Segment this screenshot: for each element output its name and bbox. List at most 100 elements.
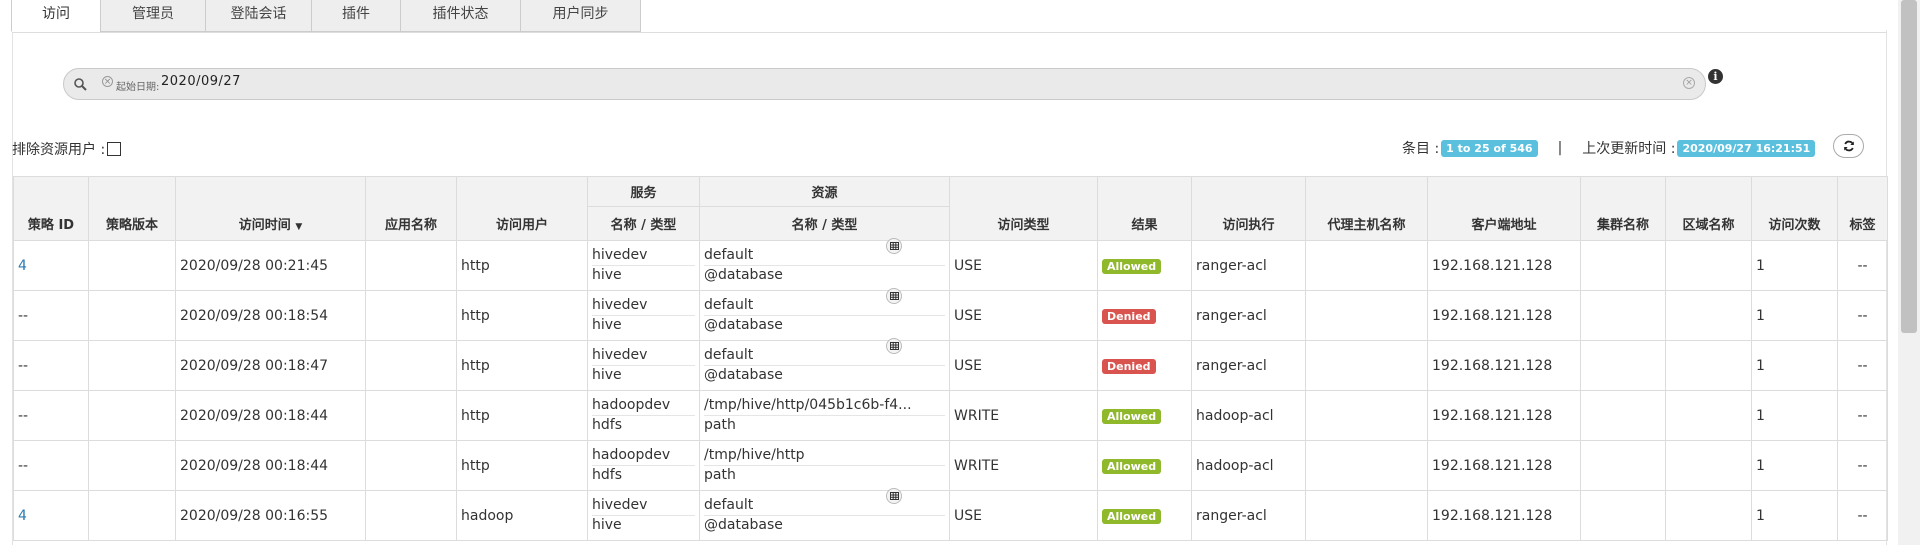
col-group-service: 服务: [587, 176, 700, 207]
service-type: hive: [592, 517, 622, 533]
entries-label: 条目 :: [1402, 141, 1440, 157]
resource-name: /tmp/hive/http: [704, 446, 945, 466]
access-type-cell: USE: [949, 340, 1098, 391]
caret-down-icon: ▼: [295, 222, 303, 232]
col-user: 访问用户: [456, 176, 588, 241]
table-row[interactable]: -- 2020/09/28 00:18:44 http hadoopdev hdfs/t…: [13, 390, 1888, 441]
table-row[interactable]: 4 2020/09/28 00:16:55 hadoop hivedev hive def…: [13, 488, 1888, 541]
resource-name-text[interactable]: /tmp/hive/http: [704, 447, 805, 463]
enforcer-cell: ranger-acl: [1191, 340, 1306, 391]
tab-admin[interactable]: 管理员: [100, 0, 206, 32]
resource-type: @database: [704, 267, 783, 283]
tab-user-sync[interactable]: 用户同步: [520, 0, 641, 32]
client-ip-cell: 192.168.121.128: [1427, 390, 1581, 441]
scrollbar-thumb[interactable]: [1901, 0, 1917, 333]
policy-id-cell: --: [13, 290, 89, 341]
table-icon[interactable]: [886, 488, 902, 504]
event-count-cell: 1: [1751, 290, 1838, 341]
policy-id-link[interactable]: 4: [18, 508, 27, 524]
col-app-name: 应用名称: [365, 176, 457, 241]
filter-value[interactable]: 2020/09/27: [161, 74, 241, 89]
policy-id-cell: 4: [13, 240, 89, 291]
agent-host-cell: [1305, 340, 1428, 391]
access-type-cell: USE: [949, 240, 1098, 291]
app-name-cell: [365, 490, 457, 541]
table-row[interactable]: -- 2020/09/28 00:18:47 http hivedev hive defa…: [13, 338, 1888, 391]
agent-host-cell: [1305, 290, 1428, 341]
col-policy-version: 策略版本: [88, 176, 176, 241]
info-icon[interactable]: i: [1708, 69, 1723, 84]
zone-cell: [1665, 290, 1752, 341]
filter-label: 起始日期:: [116, 82, 160, 93]
policy-id: --: [18, 357, 29, 374]
event-count-cell: 1: [1751, 240, 1838, 291]
resource-name: default: [704, 238, 945, 266]
col-access-time[interactable]: 访问时间 ▼: [175, 176, 366, 241]
app-name-cell: [365, 240, 457, 291]
col-zone: 区域名称: [1665, 176, 1752, 241]
scrollbar[interactable]: [1898, 0, 1920, 545]
policy-id-cell: --: [13, 340, 89, 391]
resource-type: path: [704, 467, 736, 483]
clear-search-icon[interactable]: ×: [1683, 77, 1695, 89]
table-icon[interactable]: [886, 238, 902, 254]
agent-host-cell: [1305, 390, 1428, 441]
cluster-cell: [1580, 240, 1666, 291]
table-row[interactable]: 4 2020/09/28 00:21:45 http hivedev hive defau…: [13, 238, 1888, 291]
event-count-cell: 1: [1751, 340, 1838, 391]
cluster-cell: [1580, 390, 1666, 441]
access-time-cell: 2020/09/28 00:18:47: [175, 340, 366, 391]
user-cell: http: [456, 240, 588, 291]
resource-name-text[interactable]: default: [704, 247, 753, 263]
tags-cell: --: [1837, 340, 1888, 391]
resource-type: path: [704, 417, 736, 433]
refresh-button[interactable]: [1833, 134, 1864, 158]
resource-name: default: [704, 288, 945, 316]
cluster-cell: [1580, 440, 1666, 491]
resource-name-text[interactable]: default: [704, 347, 753, 363]
tab-plugins[interactable]: 插件: [311, 0, 401, 32]
table-icon[interactable]: [886, 338, 902, 354]
policy-id: --: [18, 307, 29, 324]
resource-cell: /tmp/hive/http/045b1c6b-f4... path: [699, 390, 950, 441]
col-result: 结果: [1097, 176, 1192, 241]
service-cell: hivedev hive: [587, 340, 700, 391]
table-icon[interactable]: [886, 288, 902, 304]
service-type: hive: [592, 367, 622, 383]
service-cell: hadoopdev hdfs: [587, 440, 700, 491]
resource-name-text[interactable]: /tmp/hive/http/045b1c6b-f4...: [704, 397, 912, 413]
policy-id-cell: 4: [13, 490, 89, 541]
agent-host-cell: [1305, 240, 1428, 291]
resource-name-text[interactable]: default: [704, 497, 753, 513]
tab-plugin-status[interactable]: 插件状态: [400, 0, 521, 32]
service-type: hive: [592, 317, 622, 333]
agent-host-cell: [1305, 440, 1428, 491]
exclude-checkbox[interactable]: [107, 142, 122, 156]
audit-page: 访问 管理员 登陆会话 插件 插件状态 用户同步 × 起始日期: 2020/09…: [0, 0, 1920, 545]
table-row[interactable]: -- 2020/09/28 00:18:44 http hadoopdev hdfs/t…: [13, 440, 1888, 491]
zone-cell: [1665, 240, 1752, 291]
search-bar[interactable]: × 起始日期: 2020/09/27 ×: [63, 68, 1706, 100]
col-cluster: 集群名称: [1580, 176, 1666, 241]
tab-login-sessions[interactable]: 登陆会话: [205, 0, 312, 32]
policy-id: --: [18, 407, 29, 424]
zone-cell: [1665, 440, 1752, 491]
tags-cell: --: [1837, 390, 1888, 441]
col-policy-id: 策略 ID: [13, 176, 89, 241]
col-resource-name-type: 名称 / 类型: [699, 206, 950, 241]
app-name-cell: [365, 440, 457, 491]
remove-filter-icon[interactable]: ×: [102, 76, 113, 87]
resource-cell: /tmp/hive/http path: [699, 440, 950, 491]
col-enforcer: 访问执行: [1191, 176, 1306, 241]
result-cell: Denied: [1097, 290, 1192, 341]
user-cell: http: [456, 340, 588, 391]
resource-type: @database: [704, 367, 783, 383]
app-name-cell: [365, 340, 457, 391]
access-type-cell: USE: [949, 490, 1098, 541]
resource-name-text[interactable]: default: [704, 297, 753, 313]
table-row[interactable]: -- 2020/09/28 00:18:54 http hivedev hive defa…: [13, 288, 1888, 341]
policy-id-link[interactable]: 4: [18, 258, 27, 274]
exclude-service-users: 排除资源用户 :: [12, 139, 122, 159]
resource-type: @database: [704, 517, 783, 533]
tab-access[interactable]: 访问: [11, 0, 101, 32]
